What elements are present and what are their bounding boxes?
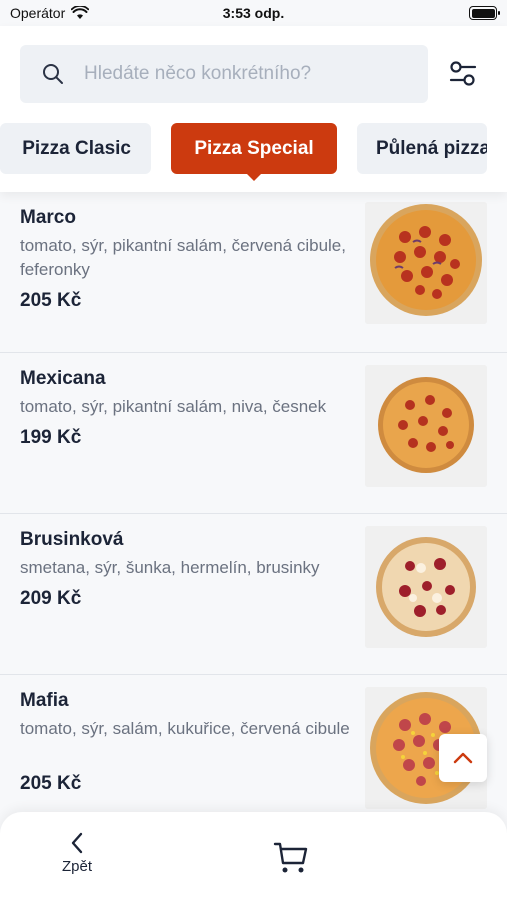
tab-label: Půlená pizza (376, 137, 487, 159)
pizza-brusinkova-image (365, 526, 487, 648)
back-label: Zpět (61, 858, 92, 875)
chevron-left-icon (71, 832, 83, 854)
list-item[interactable]: Brusinková smetana, sýr, šunka, hermelín… (0, 514, 507, 675)
item-name: Marco (20, 207, 76, 228)
item-name: Mafia (20, 690, 69, 711)
item-image (365, 526, 487, 648)
carrier-label: Operátor (10, 5, 66, 21)
filter-button[interactable] (447, 58, 479, 90)
item-price: 199 Kč (20, 427, 82, 448)
filter-sliders-icon (449, 61, 477, 86)
category-tabs: Pizza Clasic Pizza Special Půlená pizza (0, 123, 507, 183)
pizza-mexicana-image (365, 365, 487, 487)
header: Pizza Clasic Pizza Special Půlená pizza (0, 26, 507, 192)
item-price: 209 Kč (20, 588, 82, 609)
cart-icon (273, 842, 308, 873)
item-image (365, 202, 487, 324)
bottom-nav: Zpět (0, 812, 507, 900)
status-left: Operátor (10, 5, 90, 21)
tab-pizza-clasic[interactable]: Pizza Clasic (0, 123, 151, 174)
item-description: tomato, sýr, salám, kukuřice, červená ci… (20, 719, 350, 738)
search-icon (43, 64, 63, 84)
pizza-marco-image (365, 202, 487, 324)
item-description: smetana, sýr, šunka, hermelín, brusinky (20, 558, 320, 577)
item-name: Mexicana (20, 368, 106, 389)
tab-pulena-pizza[interactable]: Půlená pizza (357, 123, 487, 174)
tab-label: Pizza Special (194, 137, 314, 159)
item-description: tomato, sýr, pikantní salám, niva, česne… (20, 397, 327, 416)
back-button[interactable]: Zpět (52, 832, 102, 882)
wifi-icon (71, 6, 90, 19)
list-item[interactable]: Marco tomato, sýr, pikantní salám, červe… (0, 192, 507, 353)
item-price: 205 Kč (20, 290, 82, 311)
battery-icon (469, 6, 500, 20)
item-price: 205 Kč (20, 773, 82, 794)
item-image (365, 365, 487, 487)
cart-button[interactable] (273, 840, 311, 878)
list-item[interactable]: Mexicana tomato, sýr, pikantní salám, ni… (0, 353, 507, 514)
status-bar: Operátor 3:53 odp. (0, 0, 507, 26)
item-name: Brusinková (20, 529, 124, 550)
search-input[interactable] (84, 63, 404, 85)
tab-label: Pizza Clasic (22, 137, 131, 159)
tab-pizza-special[interactable]: Pizza Special (171, 123, 337, 174)
chevron-up-icon (453, 752, 473, 764)
scroll-top-button[interactable] (439, 734, 487, 782)
search-box[interactable] (20, 45, 428, 103)
item-description: tomato, sýr, pikantní salám, červená cib… (20, 236, 346, 279)
